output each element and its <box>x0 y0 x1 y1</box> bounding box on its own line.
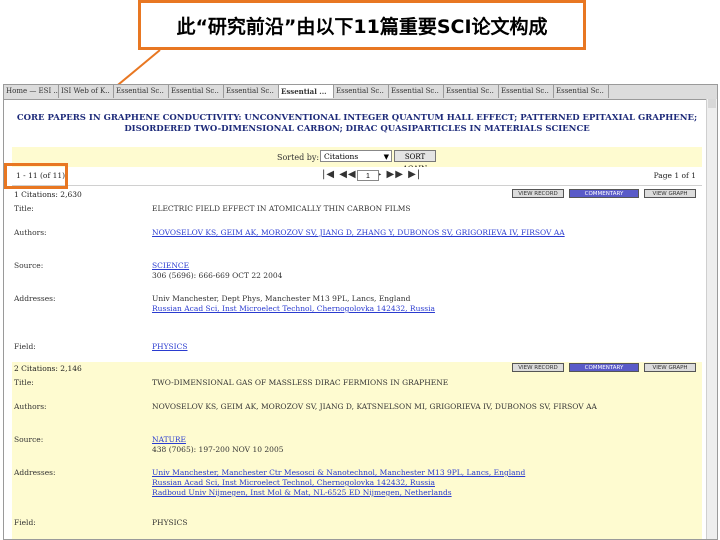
journal-link[interactable]: NATURE <box>152 435 284 445</box>
authors-link[interactable]: NOVOSELOV KS, GEIM AK, MOROZOV SV, JIANG… <box>152 228 565 238</box>
record-number: 1 Citations: 2,630 <box>14 190 82 199</box>
address-line: Univ Manchester, Dept Phys, Manchester M… <box>152 294 411 303</box>
browser-tab[interactable]: Essential Sc.. <box>114 85 169 98</box>
source-detail: 306 (5696): 666-669 OCT 22 2004 <box>152 271 283 280</box>
view-record-button[interactable]: VIEW RECORD <box>512 363 564 372</box>
browser-tab[interactable]: Essential ... <box>279 85 334 98</box>
commentary-button[interactable]: COMMENTARY <box>569 189 639 198</box>
browser-tab[interactable]: ISI Web of K.. <box>59 85 114 98</box>
commentary-button[interactable]: COMMENTARY <box>569 363 639 372</box>
page-header: CORE PAPERS IN GRAPHENE CONDUCTIVITY: UN… <box>12 113 702 135</box>
field-link[interactable]: PHYSICS <box>152 342 188 352</box>
address-link[interactable]: Univ Manchester, Manchester Ctr Mesosci … <box>152 468 525 478</box>
addresses-label: Addresses: <box>14 294 56 303</box>
vertical-scrollbar[interactable] <box>706 99 717 539</box>
view-graph-button[interactable]: VIEW GRAPH <box>644 363 696 372</box>
pagination-bar: 1 - 11 (of 11) |◀ ◀◀ ◀ ▶ ▶▶ ▶| 1 Page 1 … <box>12 167 702 186</box>
browser-tab[interactable]: Essential Sc.. <box>499 85 554 98</box>
address-link[interactable]: Russian Acad Sci, Inst Microelect Techno… <box>152 304 435 314</box>
browser-tab[interactable]: Essential Sc.. <box>224 85 279 98</box>
range-highlight-box <box>4 163 68 189</box>
title-label: Title: <box>14 204 34 213</box>
browser-tab[interactable]: Essential Sc.. <box>554 85 609 98</box>
sort-again-button[interactable]: SORT AGAIN <box>394 150 436 173</box>
page-of-label: Page 1 of 1 <box>653 171 696 180</box>
journal-link[interactable]: SCIENCE <box>152 261 282 271</box>
sort-select[interactable]: Citations ▼ <box>320 150 392 162</box>
paper-title: TWO-DIMENSIONAL GAS OF MASSLESS DIRAC FE… <box>152 378 449 387</box>
paper-title: ELECTRIC FIELD EFFECT IN ATOMICALLY THIN… <box>152 204 411 213</box>
browser-tab[interactable]: Essential Sc.. <box>444 85 499 98</box>
tab-bar: Home — ESI .. ISI Web of K.. Essential Sc.… <box>4 85 717 100</box>
browser-tab[interactable]: Essential Sc.. <box>389 85 444 98</box>
address-link[interactable]: Radboud Univ Nijmegen, Inst Mol & Mat, N… <box>152 488 525 498</box>
header-line-2: DISORDERED TWO-DIMENSIONAL CARBON; DIRAC… <box>124 124 590 134</box>
view-record-button[interactable]: VIEW RECORD <box>512 189 564 198</box>
browser-tab[interactable]: Essential Sc.. <box>334 85 389 98</box>
source-detail: 438 (7065): 197-200 NOV 10 2005 <box>152 445 284 454</box>
header-line-1: CORE PAPERS IN GRAPHENE CONDUCTIVITY: UN… <box>16 113 698 123</box>
authors-text: NOVOSELOV KS, GEIM AK, MOROZOV SV, JIANG… <box>152 402 597 411</box>
scroll-up-icon[interactable] <box>708 99 716 108</box>
sorted-by-label: Sorted by: <box>277 153 320 162</box>
chevron-down-icon: ▼ <box>383 153 389 161</box>
field-text: PHYSICS <box>152 518 188 527</box>
source-label: Source: <box>14 261 44 270</box>
sort-value: Citations <box>324 152 359 161</box>
authors-label: Authors: <box>14 228 47 237</box>
title-label: Title: <box>14 378 34 387</box>
field-label: Field: <box>14 342 36 351</box>
record-number: 2 Citations: 2,146 <box>14 364 82 373</box>
field-label: Field: <box>14 518 36 527</box>
page-number-input[interactable]: 1 <box>357 170 379 181</box>
sort-bar: Sorted by: Citations ▼ SORT AGAIN <box>12 147 702 173</box>
authors-label: Authors: <box>14 402 47 411</box>
record-2: 2 Citations: 2,146 VIEW RECORD COMMENTAR… <box>12 362 702 539</box>
browser-tab[interactable]: Home — ESI .. <box>4 85 59 98</box>
browser-tab[interactable]: Essential Sc.. <box>169 85 224 98</box>
record-1: 1 Citations: 2,630 VIEW RECORD COMMENTAR… <box>12 188 702 358</box>
addresses-label: Addresses: <box>14 468 56 477</box>
view-graph-button[interactable]: VIEW GRAPH <box>644 189 696 198</box>
browser-window: Home — ESI .. ISI Web of K.. Essential Sc.… <box>3 84 718 540</box>
source-label: Source: <box>14 435 44 444</box>
address-link[interactable]: Russian Acad Sci, Inst Microelect Techno… <box>152 478 525 488</box>
